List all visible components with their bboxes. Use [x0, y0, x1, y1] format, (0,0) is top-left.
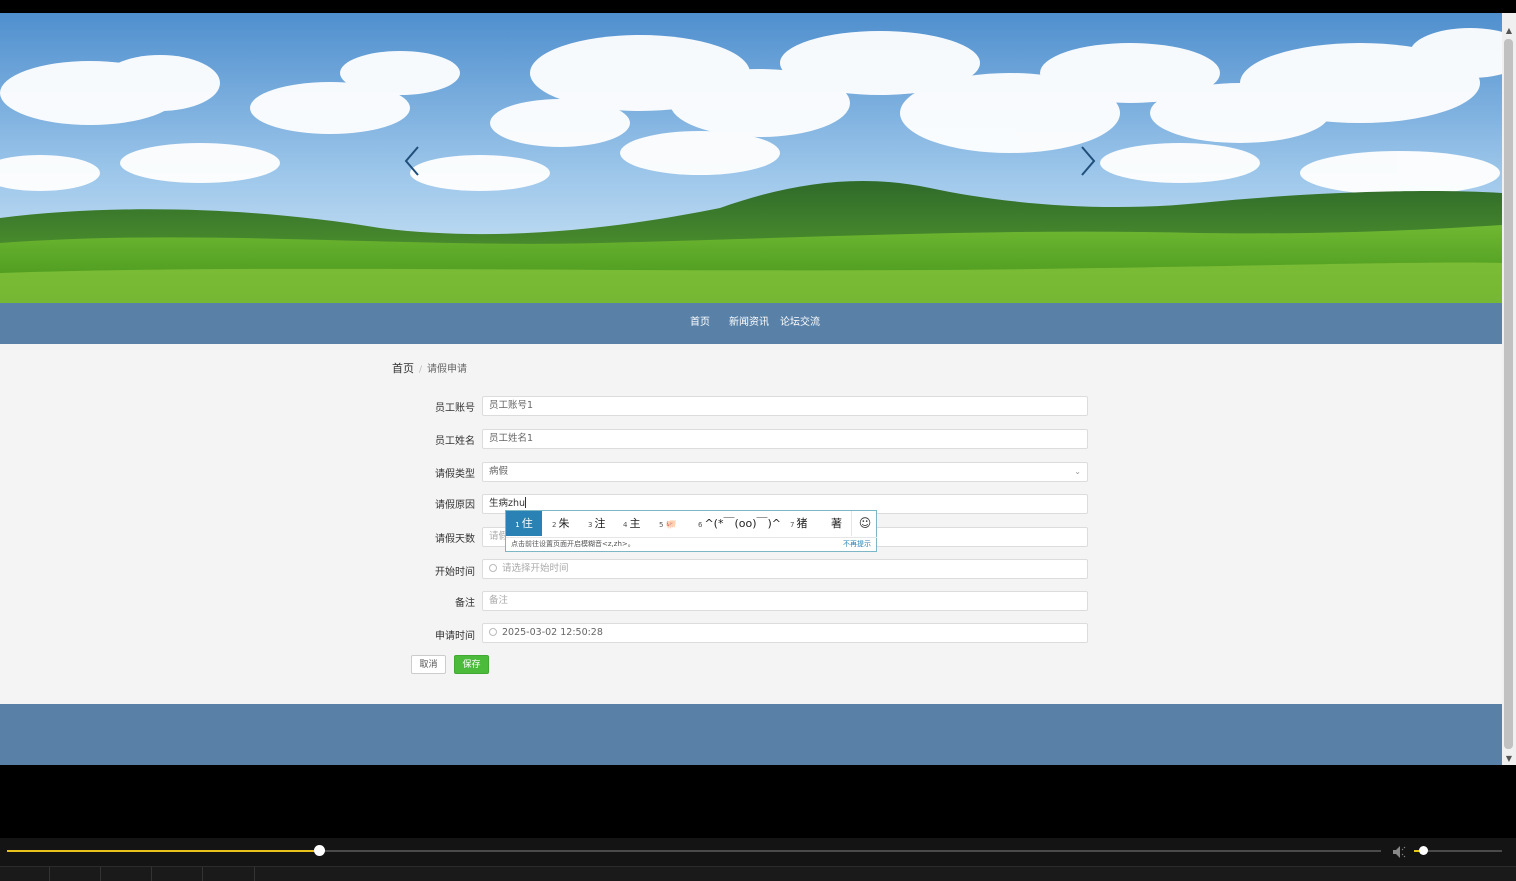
text-caret [525, 497, 527, 508]
clock-icon [489, 628, 497, 636]
scroll-up-arrow-icon[interactable]: ▲ [1502, 25, 1516, 37]
start-time-field[interactable]: 请选择开始时间 [482, 559, 1088, 579]
nav-item-forum[interactable]: 论坛交流 [780, 303, 820, 343]
volume-slider[interactable] [1414, 846, 1502, 855]
volume-slider-knob[interactable] [1418, 846, 1428, 855]
seek-bar-fill [7, 850, 319, 852]
page-viewport: 首页 新闻资讯 论坛交流 首页 / 请假申请 员工账号 员工账号1 员工姓名 员工姓… [0, 13, 1502, 765]
browser-top-bar [0, 0, 1516, 13]
ime-candidate[interactable]: 3注 [588, 511, 605, 536]
ime-dismiss-link[interactable]: 不再提示 [843, 539, 871, 549]
page-footer [0, 704, 1502, 765]
leave-reason-value: 生病zhu [489, 498, 526, 509]
employee-name-field[interactable]: 员工姓名1 [482, 429, 1088, 449]
nav-item-news[interactable]: 新闻资讯 [729, 303, 769, 343]
ime-candidate[interactable]: 1住 [506, 511, 542, 536]
strip-segment[interactable] [101, 867, 152, 881]
leave-type-label: 请假类型 [435, 469, 475, 480]
scrollbar-thumb[interactable] [1504, 39, 1513, 749]
remark-field[interactable]: 备注 [482, 591, 1088, 611]
ime-candidate-list: 1住 2朱 3注 4主 5 🐖 6 ^(*￣(oo)￣)^ 7猪 著 ☺ [506, 511, 877, 538]
ime-candidate[interactable]: 7猪 [790, 511, 807, 536]
bottom-strip [0, 866, 1516, 881]
ime-hint-text: 点击前往设置页面开启模糊音<z,zh>。 [511, 540, 635, 548]
carousel-next-button[interactable] [1072, 143, 1102, 179]
start-time-placeholder: 请选择开始时间 [502, 563, 569, 574]
apply-time-value: 2025-03-02 12:50:28 [502, 627, 603, 638]
employee-account-field[interactable]: 员工账号1 [482, 396, 1088, 416]
speaker-icon [1393, 846, 1406, 858]
ime-candidate[interactable]: 6 ^(*￣(oo)￣)^ [698, 511, 781, 536]
save-button[interactable]: 保存 [454, 655, 489, 674]
banner-image [0, 13, 1502, 303]
vertical-scrollbar[interactable]: ▲ ▼ [1502, 13, 1516, 765]
ime-candidate[interactable]: 5 🐖 [659, 511, 677, 536]
main-nav: 首页 新闻资讯 论坛交流 [0, 303, 1502, 344]
remark-label: 备注 [455, 598, 475, 609]
breadcrumb-home[interactable]: 首页 [392, 362, 414, 375]
breadcrumb-separator: / [419, 365, 423, 375]
strip-segment[interactable] [152, 867, 203, 881]
banner-carousel [0, 13, 1502, 303]
employee-name-label: 员工姓名 [435, 436, 475, 447]
leave-type-value: 病假 [489, 466, 509, 477]
leave-days-label: 请假天数 [435, 534, 475, 545]
breadcrumb-current: 请假申请 [427, 364, 468, 375]
chevron-left-icon [404, 146, 419, 176]
smiley-icon[interactable]: ☺ [851, 511, 878, 536]
seek-bar-knob[interactable] [313, 845, 325, 856]
cancel-button[interactable]: 取消 [411, 655, 446, 674]
start-time-label: 开始时间 [435, 567, 475, 578]
apply-time-field[interactable]: 2025-03-02 12:50:28 [482, 623, 1088, 643]
ime-candidate-popup: 1住 2朱 3注 4主 5 🐖 6 ^(*￣(oo)￣)^ 7猪 著 ☺ 点击前往设… [505, 510, 877, 552]
strip-segment[interactable] [203, 867, 255, 881]
seek-bar[interactable] [7, 845, 1381, 856]
leave-type-select[interactable]: 病假 ⌄ [482, 462, 1088, 482]
apply-time-label: 申请时间 [435, 631, 475, 642]
strip-segment[interactable] [50, 867, 101, 881]
scroll-down-arrow-icon[interactable]: ▼ [1502, 753, 1516, 765]
strip-segment[interactable] [0, 867, 50, 881]
chevron-right-icon [1081, 146, 1096, 176]
employee-account-label: 员工账号 [435, 403, 475, 414]
breadcrumb: 首页 / 请假申请 [392, 360, 467, 376]
clock-icon [489, 564, 497, 572]
leave-reason-label: 请假原因 [435, 500, 475, 511]
carousel-prev-button[interactable] [398, 143, 428, 179]
nav-item-home[interactable]: 首页 [690, 303, 710, 343]
chevron-down-icon: ⌄ [1074, 467, 1081, 476]
ime-candidate[interactable]: 4主 [623, 511, 640, 536]
volume-icon[interactable] [1392, 844, 1408, 858]
ime-candidate[interactable]: 2朱 [552, 511, 569, 536]
ime-candidate[interactable]: 著 [831, 511, 842, 536]
